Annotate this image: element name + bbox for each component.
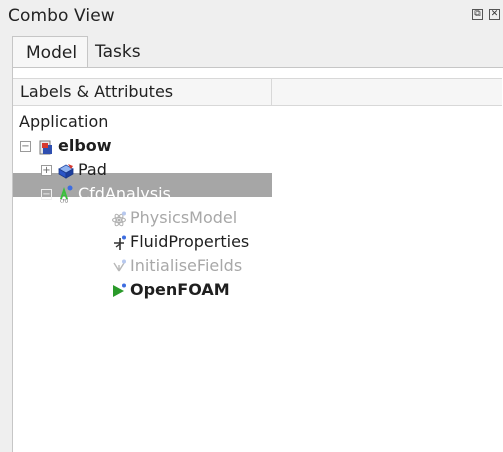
- tree-root-application: Application: [13, 110, 272, 134]
- physics-model-icon: [111, 210, 127, 227]
- close-icon[interactable]: ✕: [489, 9, 500, 20]
- tree-item-physicsmodel[interactable]: PhysicsModel: [13, 206, 272, 230]
- tree-item-label: elbow: [58, 136, 112, 155]
- model-tree-panel: Labels & Attributes Application − elbow: [12, 67, 503, 452]
- column-header-empty: [272, 78, 502, 106]
- expand-icon[interactable]: +: [41, 165, 52, 176]
- collapse-icon[interactable]: −: [41, 189, 52, 200]
- tab-model[interactable]: Model: [12, 36, 88, 68]
- tree-item-cfdanalysis[interactable]: − CFD CfdAnalysis: [13, 182, 272, 206]
- tree-item-initialisefields[interactable]: InitialiseFields: [13, 254, 272, 278]
- tree-item-openfoam[interactable]: OpenFOAM: [13, 278, 272, 302]
- tree-item-fluidproperties[interactable]: FluidProperties: [13, 230, 283, 254]
- tree-item-label: FluidProperties: [130, 232, 250, 251]
- collapse-icon[interactable]: −: [20, 141, 31, 152]
- tree-item-elbow[interactable]: − elbow: [13, 134, 272, 158]
- tree-root-label: Application: [19, 112, 109, 131]
- panel-title: Combo View: [8, 6, 115, 26]
- initialise-fields-icon: [111, 258, 127, 274]
- document-icon: [38, 138, 54, 155]
- cfd-analysis-icon: CFD: [58, 185, 74, 204]
- tree-item-label: InitialiseFields: [130, 256, 243, 275]
- column-header-labels[interactable]: Labels & Attributes: [13, 78, 272, 106]
- fluid-properties-icon: [111, 234, 127, 250]
- float-icon[interactable]: ⧉: [472, 9, 483, 20]
- tree-item-pad[interactable]: + Pad: [13, 158, 272, 182]
- tree-item-label: Pad: [78, 160, 107, 179]
- combo-view-panel: Combo View ⧉ ✕ Model Tasks Labels & Attr…: [0, 0, 503, 452]
- svg-text:CFD: CFD: [60, 199, 68, 204]
- tree-item-label: OpenFOAM: [130, 280, 230, 299]
- tree-item-label: PhysicsModel: [130, 208, 238, 227]
- openfoam-solver-icon: [111, 282, 127, 298]
- tree-item-label: CfdAnalysis: [78, 184, 171, 203]
- pad-icon: [58, 162, 74, 179]
- tab-tasks[interactable]: Tasks: [88, 36, 166, 68]
- combo-view-titlebar: Combo View ⧉ ✕: [0, 0, 503, 32]
